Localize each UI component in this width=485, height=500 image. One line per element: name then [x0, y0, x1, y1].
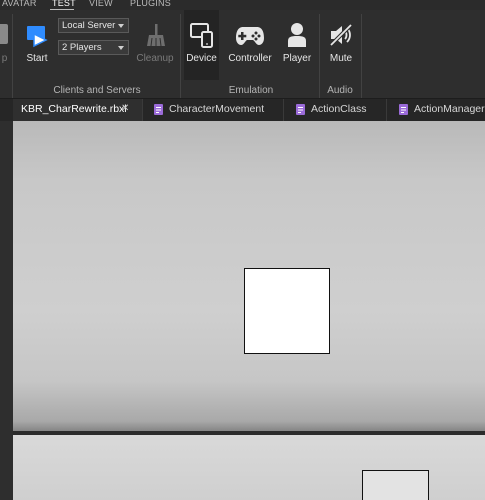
ribbon-separator [319, 14, 320, 98]
tab-kbr-charrewrite[interactable]: KBR_CharRewrite.rbxl ✕ [13, 99, 143, 121]
white-square-part[interactable] [244, 268, 330, 354]
script-icon [296, 104, 305, 115]
menu-bar: AVATAR TEST VIEW PLUGINS [0, 0, 485, 10]
script-icon [399, 104, 408, 115]
partial-left-button[interactable]: p [0, 10, 10, 80]
tab-actionmanager[interactable]: ActionManager [387, 99, 485, 121]
cleanup-label: Cleanup [136, 53, 174, 64]
tab-label: CharacterMovement [169, 103, 265, 115]
tab-label: ActionClass [311, 103, 367, 115]
menu-tab-avatar[interactable]: AVATAR [2, 0, 37, 8]
server-dropdown[interactable]: Local Server [58, 18, 129, 33]
close-icon[interactable]: ✕ [121, 99, 129, 119]
start-button[interactable]: Start [18, 10, 56, 80]
chevron-down-icon [118, 46, 124, 50]
mute-label: Mute [329, 53, 353, 64]
script-icon [154, 104, 163, 115]
players-dropdown[interactable]: 2 Players [58, 40, 129, 55]
device-label: Device [186, 53, 217, 64]
ribbon-toolbar: p Start Local Server 2 Players Cleanup C… [0, 10, 485, 99]
menu-tab-test[interactable]: TEST [52, 0, 76, 8]
tab-label: ActionManager [414, 103, 485, 115]
menu-tab-view[interactable]: VIEW [89, 0, 113, 8]
editor-tab-bar: KBR_CharRewrite.rbxl ✕ CharacterMovement… [0, 99, 485, 121]
device-button[interactable]: Device [184, 10, 219, 80]
partial-button-icon [0, 24, 8, 44]
tab-charactermovement[interactable]: CharacterMovement [143, 99, 284, 121]
broom-icon [147, 24, 165, 47]
player-button[interactable]: Player [279, 10, 315, 80]
tab-actionclass[interactable]: ActionClass [284, 99, 387, 121]
gamepad-icon [236, 27, 264, 45]
player-icon [288, 23, 306, 47]
audio-group-label: Audio [327, 85, 353, 96]
controller-button[interactable]: Controller [223, 10, 277, 80]
cleanup-button[interactable]: Cleanup [134, 10, 176, 80]
ribbon-separator [361, 14, 362, 98]
game-viewport[interactable] [13, 121, 485, 500]
emulation-group-label: Emulation [228, 85, 274, 96]
viewport-left-panel [0, 121, 13, 500]
mute-icon [329, 23, 353, 47]
mute-button[interactable]: Mute [322, 10, 360, 80]
gray-block-part[interactable] [362, 470, 429, 500]
player-label: Player [282, 53, 312, 64]
ribbon-separator [12, 14, 13, 98]
chevron-down-icon [118, 24, 124, 28]
players-dropdown-value: 2 Players [62, 42, 102, 53]
controller-label: Controller [228, 53, 272, 64]
tab-label: KBR_CharRewrite.rbxl [21, 103, 127, 115]
server-dropdown-value: Local Server [62, 20, 116, 31]
start-play-icon [27, 26, 48, 48]
partial-button-label: p [1, 53, 8, 64]
start-label: Start [26, 53, 48, 64]
device-icon [190, 23, 213, 48]
menu-tab-plugins[interactable]: PLUGINS [130, 0, 171, 8]
ribbon-separator [180, 14, 181, 98]
clients-and-servers-group-label: Clients and Servers [53, 85, 141, 96]
